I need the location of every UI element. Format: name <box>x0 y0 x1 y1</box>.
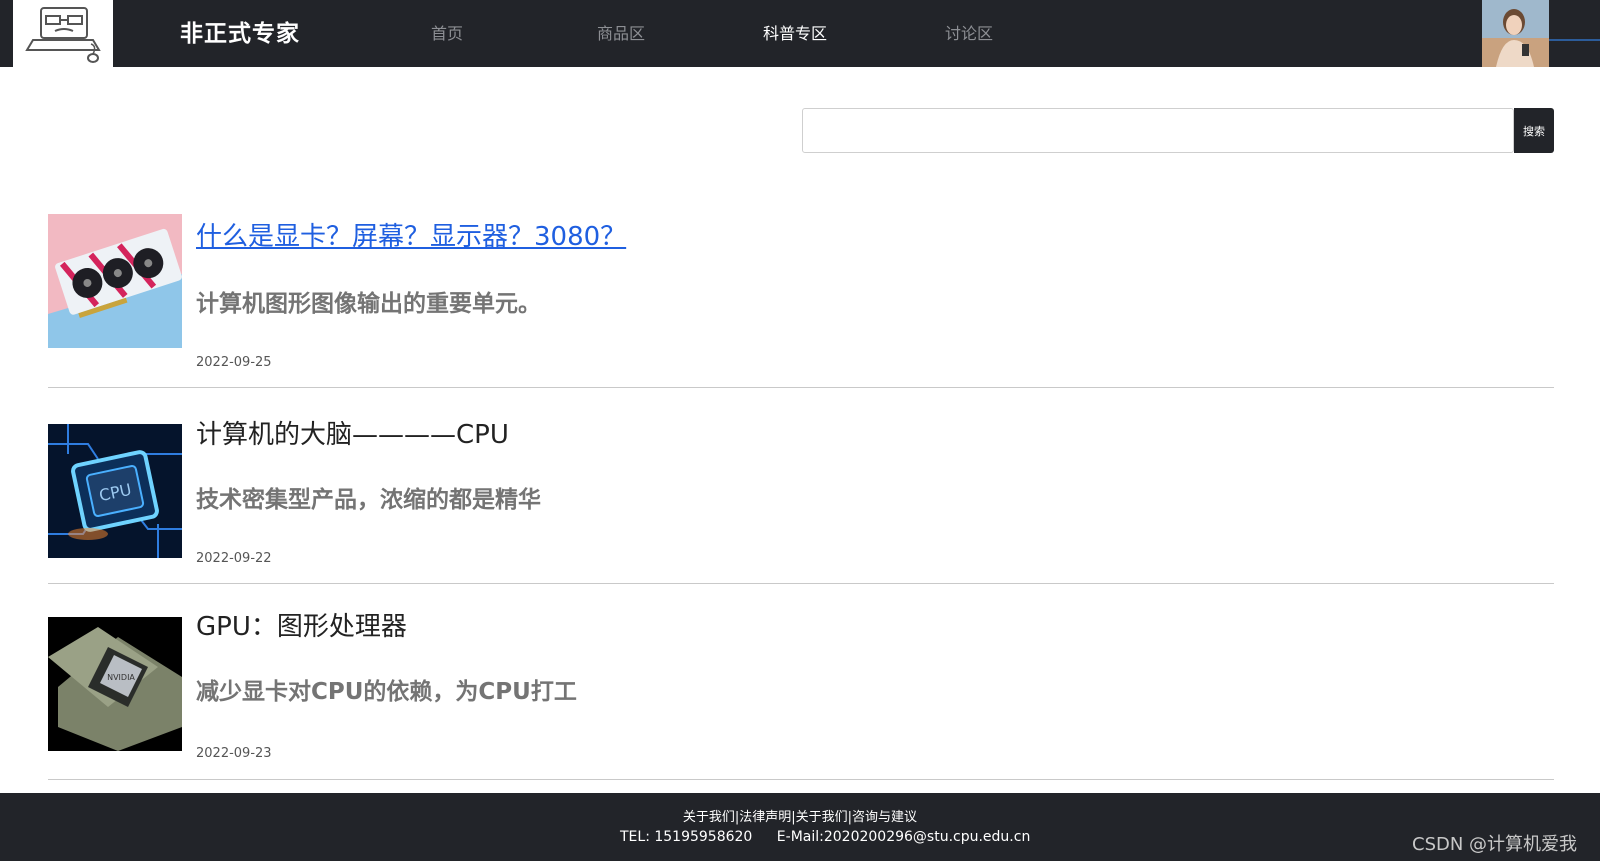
nav-science[interactable]: 科普专区 <box>763 20 827 44</box>
footer-links[interactable]: 关于我们|法律声明|关于我们|咨询与建议 <box>0 806 1600 825</box>
footer: 关于我们|法律声明|关于我们|咨询与建议 TEL: 15195958620 E-… <box>0 793 1600 861</box>
nav-products[interactable]: 商品区 <box>597 20 645 44</box>
csdn-watermark: CSDN @计算机爱我 <box>1412 834 1578 855</box>
nav-home[interactable]: 首页 <box>431 20 463 44</box>
cpu-chip-image[interactable]: CPU <box>48 424 182 558</box>
article-title-link[interactable]: 什么是显卡？屏幕？显示器？3080？ <box>196 216 626 253</box>
footer-email: E-Mail:2020200296@stu.cpu.edu.cn <box>776 829 1031 845</box>
article-title[interactable]: GPU：图形处理器 <box>196 606 407 643</box>
svg-text:NVIDIA: NVIDIA <box>107 673 135 682</box>
brand-title: 非正式专家 <box>180 21 300 47</box>
article-summary: 计算机图形图像输出的重要单元。 <box>196 291 541 317</box>
article-summary: 技术密集型产品，浓缩的都是精华 <box>196 487 541 513</box>
nav-discussion[interactable]: 讨论区 <box>945 20 993 44</box>
article-date: 2022-09-25 <box>196 355 272 370</box>
footer-contact: TEL: 15195958620 E-Mail:2020200296@stu.c… <box>620 829 1050 845</box>
site-logo[interactable] <box>13 0 113 67</box>
article-date: 2022-09-22 <box>196 551 272 566</box>
article-summary: 减少显卡对CPU的依赖，为CPU打工 <box>196 679 577 705</box>
search-input[interactable] <box>802 108 1514 153</box>
user-avatar[interactable] <box>1482 0 1549 67</box>
header-accent-line <box>1549 39 1600 41</box>
article-title[interactable]: 计算机的大脑————CPU <box>196 414 509 451</box>
search-button[interactable]: 搜索 <box>1514 108 1554 153</box>
article-item: CPU 计算机的大脑————CPU 技术密集型产品，浓缩的都是精华 2022-0… <box>48 388 1554 584</box>
article-item: NVIDIA GPU：图形处理器 减少显卡对CPU的依赖，为CPU打工 2022… <box>48 584 1554 780</box>
article-item: 什么是显卡？屏幕？显示器？3080？ 计算机图形图像输出的重要单元。 2022-… <box>48 214 1554 388</box>
avatar-photo <box>1482 0 1549 67</box>
footer-tel: TEL: 15195958620 <box>620 829 753 845</box>
top-navbar: 非正式专家 首页 商品区 科普专区 讨论区 <box>0 0 1600 67</box>
gpu-chip-image[interactable]: NVIDIA <box>48 617 182 751</box>
graphics-card-image[interactable] <box>48 214 182 348</box>
laptop-face-icon <box>25 7 101 63</box>
article-date: 2022-09-23 <box>196 746 272 761</box>
